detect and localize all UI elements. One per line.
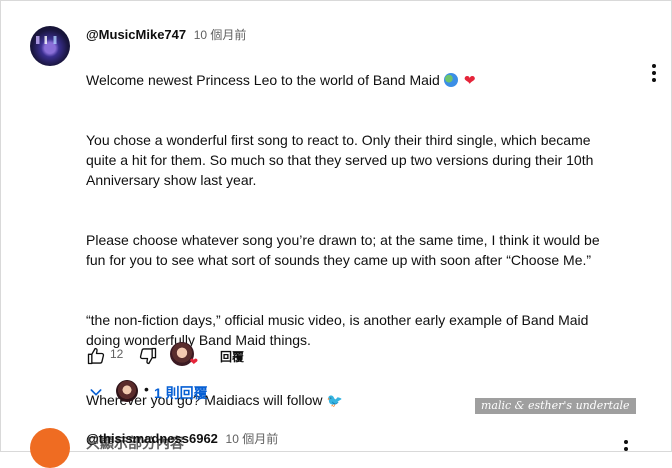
- globe-icon: [443, 73, 458, 87]
- heart-icon: ❤: [463, 72, 476, 88]
- comment-timestamp[interactable]: 10 個月前: [194, 28, 247, 42]
- comment-paragraph: Please choose whatever song you’re drawn…: [86, 232, 600, 268]
- next-commenter-avatar[interactable]: [30, 428, 70, 468]
- next-comment: @thisismadness6962 10 個月前: [30, 428, 650, 468]
- reply-avatar: [116, 380, 138, 402]
- bullet-separator: •: [144, 381, 149, 397]
- watermark: malic & esther's undertale: [475, 398, 636, 414]
- replies-toggle[interactable]: • 1 則回覆: [86, 378, 386, 406]
- comment-text: Welcome newest Princess Leo to the world…: [86, 48, 616, 431]
- dislike-button[interactable]: [138, 344, 158, 368]
- thumbs-down-icon: [139, 347, 157, 365]
- creator-heart-badge: ❤: [170, 342, 198, 368]
- thumbs-up-icon: [87, 347, 105, 365]
- chevron-down-icon: [90, 389, 102, 396]
- replies-count-label[interactable]: 1 則回覆: [154, 383, 208, 403]
- reply-button[interactable]: 回覆: [220, 348, 244, 365]
- next-comment-header: @thisismadness6962 10 個月前: [86, 430, 278, 447]
- comment-author[interactable]: @MusicMike747: [86, 27, 186, 42]
- comment-actions: 12 ❤ 回覆: [86, 342, 386, 368]
- next-comment-timestamp[interactable]: 10 個月前: [226, 432, 279, 446]
- like-button[interactable]: [86, 344, 106, 368]
- next-comment-author[interactable]: @thisismadness6962: [86, 431, 218, 446]
- like-count: 12: [110, 347, 124, 361]
- heart-icon: ❤: [189, 357, 198, 368]
- comment-header: @MusicMike747 10 個月前: [86, 26, 616, 44]
- more-actions-icon[interactable]: [650, 64, 658, 84]
- comment-paragraph: Welcome newest Princess Leo to the world…: [86, 72, 476, 88]
- comment-paragraph: You chose a wonderful first song to reac…: [86, 132, 594, 188]
- commenter-avatar[interactable]: [30, 26, 70, 66]
